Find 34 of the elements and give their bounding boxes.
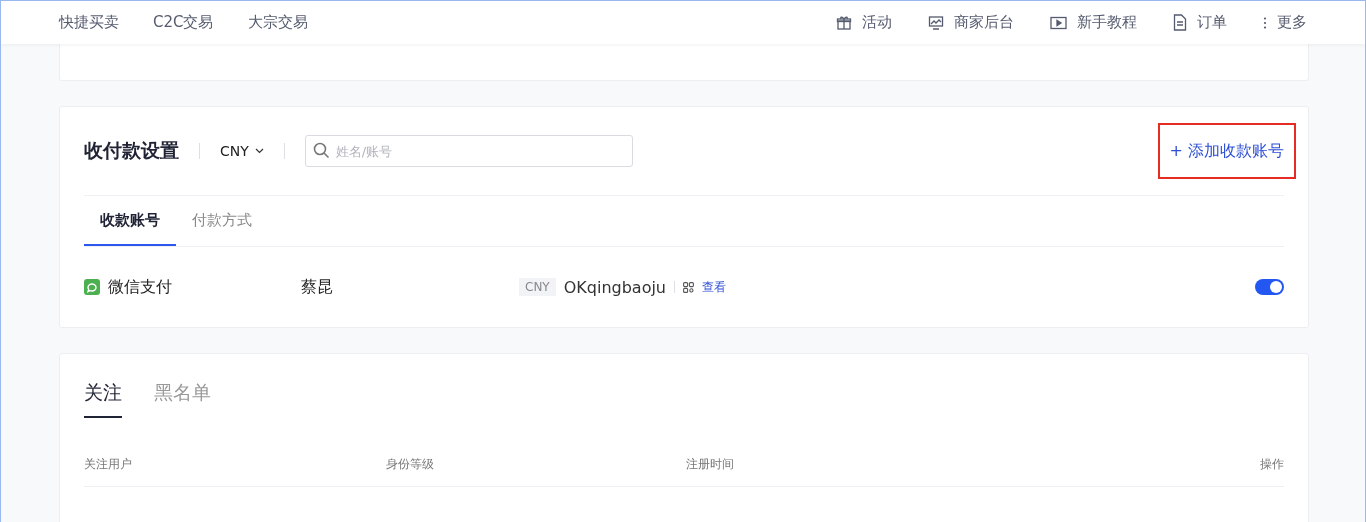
- section-title: 收付款设置: [84, 138, 179, 163]
- search-icon: [312, 142, 330, 159]
- nav-link[interactable]: 活动: [836, 13, 892, 32]
- document-icon: [1173, 14, 1187, 31]
- video-icon: [1050, 15, 1067, 30]
- qr-code-icon: [683, 281, 694, 293]
- search-field[interactable]: 姓名/账号: [304, 135, 633, 167]
- currency-dropdown[interactable]: CNY: [220, 143, 264, 159]
- nav-link[interactable]: 订单: [1173, 13, 1227, 32]
- view-link[interactable]: 查看: [702, 278, 726, 296]
- currency-tag: CNY: [519, 278, 556, 296]
- monitor-icon: [928, 14, 944, 31]
- nav-link[interactable]: 大宗交易: [247, 13, 308, 32]
- chevron-down-icon: [254, 148, 264, 154]
- tab[interactable]: 付款方式: [176, 196, 268, 246]
- account-holder: 蔡昆: [301, 276, 334, 298]
- tab[interactable]: 关注: [84, 378, 122, 418]
- column-header: 操作: [1260, 456, 1284, 473]
- more-icon: [1263, 15, 1267, 30]
- tab[interactable]: 收款账号: [84, 196, 176, 246]
- column-header: 关注用户: [84, 456, 133, 473]
- column-header: 身份等级: [386, 456, 435, 473]
- chat-app-icon: [84, 279, 100, 295]
- column-header: 注册时间: [686, 456, 735, 473]
- payment-method: 微信支付: [108, 276, 172, 298]
- toggle-switch[interactable]: [1255, 279, 1284, 295]
- nav-link[interactable]: 快捷买卖: [59, 13, 119, 32]
- nav-link[interactable]: 商家后台: [928, 13, 1014, 32]
- gift-icon: [836, 14, 852, 31]
- account-id: OKqingbaoju: [563, 277, 666, 297]
- nav-link[interactable]: C2C交易: [153, 13, 214, 32]
- nav-link[interactable]: 更多: [1263, 13, 1307, 32]
- add-account-button[interactable]: + 添加收款账号: [1157, 123, 1296, 179]
- nav-link[interactable]: 新手教程: [1050, 13, 1137, 32]
